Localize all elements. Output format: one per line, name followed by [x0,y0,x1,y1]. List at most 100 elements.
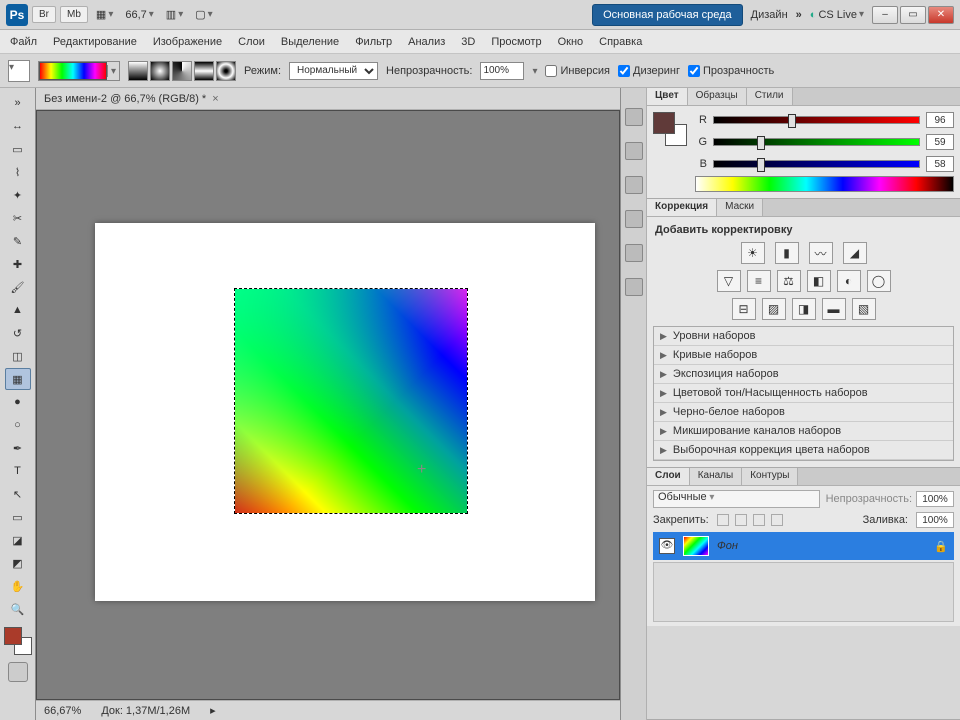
marquee-tool[interactable]: ▭ [5,138,31,160]
bridge-chip[interactable]: Br [32,6,56,23]
tool-preset-picker[interactable] [8,60,30,82]
invert-icon[interactable]: ⊟ [732,298,756,320]
r-value[interactable] [926,112,954,128]
opacity-input[interactable] [480,62,524,80]
preset-levels[interactable]: ▶Уровни наборов [654,327,953,346]
close-button[interactable]: ✕ [928,6,954,24]
visibility-toggle-icon[interactable]: 👁 [659,538,675,554]
crop-tool[interactable]: ✂ [5,207,31,229]
minibridge-chip[interactable]: Mb [60,6,88,23]
transparency-checkbox[interactable]: Прозрачность [688,65,774,77]
layer-item-background[interactable]: 👁 Фон 🔒 [653,532,954,560]
canvas[interactable]: + [36,110,620,700]
gradient-radial[interactable] [150,61,170,81]
hue-sat-icon[interactable]: ≡ [747,270,771,292]
menu-select[interactable]: Выделение [281,36,339,48]
menu-help[interactable]: Справка [599,36,642,48]
exposure-icon[interactable]: ◢ [843,242,867,264]
tab-layers[interactable]: Слои [647,468,690,485]
zoom-tool[interactable]: 🔍 [5,598,31,620]
blend-mode-select[interactable]: Нормальный [289,62,378,80]
g-slider[interactable] [713,138,920,146]
menu-3d[interactable]: 3D [461,36,475,48]
status-zoom[interactable]: 66,67% [44,705,81,717]
vibrance-icon[interactable]: ▽ [717,270,741,292]
lock-position-icon[interactable] [753,514,765,526]
collapse-arrow-icon[interactable]: » [5,92,31,114]
menu-edit[interactable]: Редактирование [53,36,137,48]
quick-mask-toggle[interactable] [8,662,28,682]
brush-presets-icon[interactable] [625,176,643,194]
preset-channel-mixer[interactable]: ▶Микширование каналов наборов [654,422,953,441]
color-spectrum[interactable] [695,176,954,192]
menu-analysis[interactable]: Анализ [408,36,445,48]
layer-fill-input[interactable] [916,512,954,528]
opacity-dd[interactable] [532,65,537,77]
g-value[interactable] [926,134,954,150]
lock-pixels-icon[interactable] [735,514,747,526]
document-tab[interactable]: Без имени-2 @ 66,7% (RGB/8) * × [36,88,620,110]
tab-styles[interactable]: Стили [747,88,793,105]
status-arrow-icon[interactable]: ▸ [210,704,216,717]
channel-mixer-icon[interactable]: ◯ [867,270,891,292]
pen-tool[interactable]: ✒ [5,437,31,459]
photo-filter-icon[interactable]: ◐ [837,270,861,292]
blend-mode-select-layers[interactable]: Обычные ▾ [653,490,820,508]
gradient-picker-dd[interactable] [107,65,119,77]
arrange-docs-dd[interactable]: ▥ [162,6,187,23]
brightness-contrast-icon[interactable]: ☀ [741,242,765,264]
preset-bw[interactable]: ▶Черно-белое наборов [654,403,953,422]
posterize-icon[interactable]: ▨ [762,298,786,320]
bw-icon[interactable]: ◧ [807,270,831,292]
tab-swatches[interactable]: Образцы [688,88,747,105]
b-slider[interactable] [713,160,920,168]
3d-tool[interactable]: ◪ [5,529,31,551]
status-doc-size[interactable]: Док: 1,37М/1,26М [101,705,190,717]
menu-view[interactable]: Просмотр [491,36,541,48]
tab-color[interactable]: Цвет [647,88,688,105]
tab-close-icon[interactable]: × [212,93,218,105]
preset-hue-sat[interactable]: ▶Цветовой тон/Насыщенность наборов [654,384,953,403]
lasso-tool[interactable]: ⌇ [5,161,31,183]
move-tool[interactable]: ↔ [5,115,31,137]
menu-image[interactable]: Изображение [153,36,222,48]
minimize-button[interactable]: – [872,6,898,24]
layer-opacity-input[interactable] [916,491,954,507]
gradient-map-icon[interactable]: ▬ [822,298,846,320]
path-selection-tool[interactable]: ↖ [5,483,31,505]
selective-color-icon[interactable]: ▧ [852,298,876,320]
menu-window[interactable]: Окно [558,36,584,48]
maximize-button[interactable]: ▭ [900,6,926,24]
gradient-linear[interactable] [128,61,148,81]
blur-tool[interactable]: ● [5,391,31,413]
menu-file[interactable]: Файл [10,36,37,48]
tab-channels[interactable]: Каналы [690,468,743,485]
minibridge-icon[interactable] [625,108,643,126]
hand-tool[interactable]: ✋ [5,575,31,597]
gradient-reflected[interactable] [194,61,214,81]
3d-camera-tool[interactable]: ◩ [5,552,31,574]
history-icon[interactable] [625,142,643,160]
menu-filter[interactable]: Фильтр [355,36,392,48]
tab-paths[interactable]: Контуры [742,468,798,485]
levels-icon[interactable]: ▮ [775,242,799,264]
eraser-tool[interactable]: ◫ [5,345,31,367]
preset-curves[interactable]: ▶Кривые наборов [654,346,953,365]
dither-checkbox[interactable]: Дизеринг [618,65,680,77]
preset-exposure[interactable]: ▶Экспозиция наборов [654,365,953,384]
r-slider[interactable] [713,116,920,124]
cs-live-dd[interactable]: ◐ CS Live [806,7,868,23]
healing-brush-tool[interactable]: ✚ [5,253,31,275]
color-balance-icon[interactable]: ⚖ [777,270,801,292]
screen-mode-dd[interactable]: ▢ [191,6,216,23]
shape-tool[interactable]: ▭ [5,506,31,528]
curves-icon[interactable]: 〰 [809,242,833,264]
panel-fg-color[interactable] [653,112,675,134]
magic-wand-tool[interactable]: ✦ [5,184,31,206]
more-workspaces-icon[interactable]: » [796,9,802,21]
gradient-angle[interactable] [172,61,192,81]
lock-all-icon[interactable] [771,514,783,526]
dodge-tool[interactable]: ○ [5,414,31,436]
threshold-icon[interactable]: ◨ [792,298,816,320]
menu-layers[interactable]: Слои [238,36,265,48]
